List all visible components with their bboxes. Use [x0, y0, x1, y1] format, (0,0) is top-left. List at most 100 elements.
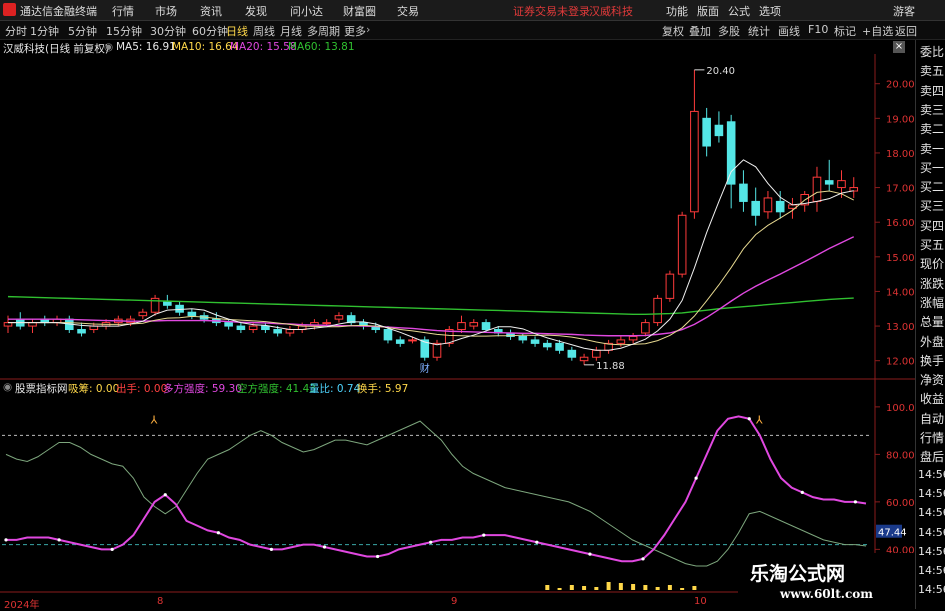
sidebar-item: 卖五 — [920, 64, 945, 79]
candle-body — [175, 304, 184, 313]
long-strength-point — [269, 547, 274, 551]
candle-body — [469, 322, 479, 327]
volume-bar — [618, 583, 623, 590]
volume-bar — [557, 588, 562, 590]
ind-tick-label: 60.00 — [886, 498, 915, 509]
long-strength-point — [535, 540, 539, 544]
long-strength-point — [4, 538, 8, 542]
candle-body — [751, 200, 760, 216]
long-strength-point — [216, 531, 220, 535]
sidebar-item: 14:56 — [918, 506, 945, 520]
sidebar-item: 14:56 — [918, 467, 945, 481]
volume-bar — [667, 585, 672, 590]
candle-body — [224, 322, 233, 327]
long-strength-point — [588, 552, 592, 556]
long-strength-point — [747, 417, 751, 421]
ind-xichou: 吸筹: 0.00 — [68, 383, 120, 395]
sidebar-item: 涨幅 — [920, 295, 945, 310]
ind-chushou: 出手: 0.00 — [116, 383, 168, 395]
long-strength-point — [429, 540, 433, 544]
price-tick-label: 12.00 — [886, 357, 915, 368]
ind-huanshou: 换手: 5.97 — [357, 383, 409, 395]
sidebar-item: 14:56 — [918, 564, 945, 578]
sidebar-item: 14:56 — [918, 525, 945, 539]
signal-up-icon: ⅄ — [151, 414, 158, 427]
long-strength-point — [482, 533, 486, 537]
axis-month-10: 10 — [694, 596, 707, 607]
sidebar-item: 14:56 — [918, 544, 945, 558]
candle-body — [89, 325, 99, 331]
volume-bar — [545, 585, 550, 590]
sidebar-item: 买三 — [920, 199, 945, 214]
price-tick-label: 14.00 — [886, 287, 915, 298]
kline-chart[interactable]: 20.00 19.00 18.00 17.00 16.00 15.00 14.00 13.00… — [0, 0, 945, 609]
candle-body — [690, 110, 699, 213]
candle-body — [616, 339, 626, 344]
long-strength-point — [163, 493, 167, 497]
candle-body — [592, 349, 601, 358]
candle-body — [383, 329, 393, 341]
sidebar-item: 买二 — [920, 180, 945, 195]
candle-body — [236, 325, 246, 331]
volume-bar — [655, 587, 660, 590]
candle-body — [579, 356, 589, 362]
long-strength-point — [376, 554, 380, 559]
sidebar-item: 委比 — [920, 45, 945, 59]
candle-body — [432, 342, 442, 358]
axis-month-8: 8 — [157, 596, 164, 607]
sidebar-item: 自动 — [920, 411, 945, 426]
volume-bar — [594, 587, 599, 590]
volume-bar — [631, 584, 636, 590]
volume-bar — [680, 588, 685, 590]
price-tick-label: 15.00 — [886, 253, 915, 264]
sidebar-item: 卖一 — [920, 141, 945, 156]
candle-body — [824, 180, 834, 185]
candle-body — [702, 117, 711, 147]
candle-body — [77, 329, 86, 334]
volume-bar — [569, 585, 574, 590]
axis-month-9: 9 — [451, 596, 458, 607]
sidebar-item: 盘后 — [920, 450, 945, 465]
candle-body — [322, 322, 331, 325]
sidebar-item: 换手 — [920, 353, 945, 368]
candle-body — [641, 322, 650, 334]
sidebar-item: 卖二 — [920, 122, 945, 137]
candle-body — [555, 342, 564, 351]
candle-body — [812, 176, 822, 202]
ind-liangbi: 量比: 0.74 — [309, 383, 361, 395]
sidebar-item: 14:56 — [918, 583, 945, 597]
watermark-title: 乐淘公式网 — [750, 563, 846, 585]
ind-tick-label: 100.0 — [886, 403, 915, 414]
candle-body — [261, 325, 270, 331]
sidebar-item: 涨跌 — [920, 276, 945, 291]
sidebar-item: 14:56 — [918, 486, 945, 500]
current-value-label: 47.44 — [878, 528, 907, 539]
indicator-name: 股票指标网 — [15, 383, 68, 395]
candle-body — [408, 339, 417, 342]
candle-body — [28, 322, 37, 327]
sidebar-item: 买四 — [920, 218, 945, 233]
price-tick-label: 20.00 — [886, 80, 915, 91]
candle-body — [849, 187, 859, 192]
ma20-line — [8, 236, 855, 337]
candle-body — [3, 322, 13, 327]
long-strength-point — [800, 490, 804, 494]
sidebar-item: 买一 — [920, 160, 945, 175]
candle-body — [543, 342, 552, 348]
price-tick-label: 19.00 — [886, 114, 915, 125]
sidebar-item: 净资 — [920, 373, 945, 388]
candle-body — [653, 297, 662, 324]
sidebar-item: 卖三 — [920, 102, 945, 117]
long-strength-point — [110, 547, 114, 551]
candle-body — [837, 180, 846, 189]
candle-body — [138, 311, 148, 317]
long-strength-line — [6, 415, 867, 563]
volume-bar — [606, 582, 611, 590]
candle-body — [481, 322, 491, 331]
candle-body — [334, 315, 344, 320]
long-strength-point — [322, 545, 327, 549]
indicator-settings-icon[interactable]: ◉ — [3, 381, 12, 393]
long-strength-point — [853, 500, 857, 504]
candle-body — [628, 335, 638, 341]
sidebar-item: 外盘 — [920, 334, 945, 349]
